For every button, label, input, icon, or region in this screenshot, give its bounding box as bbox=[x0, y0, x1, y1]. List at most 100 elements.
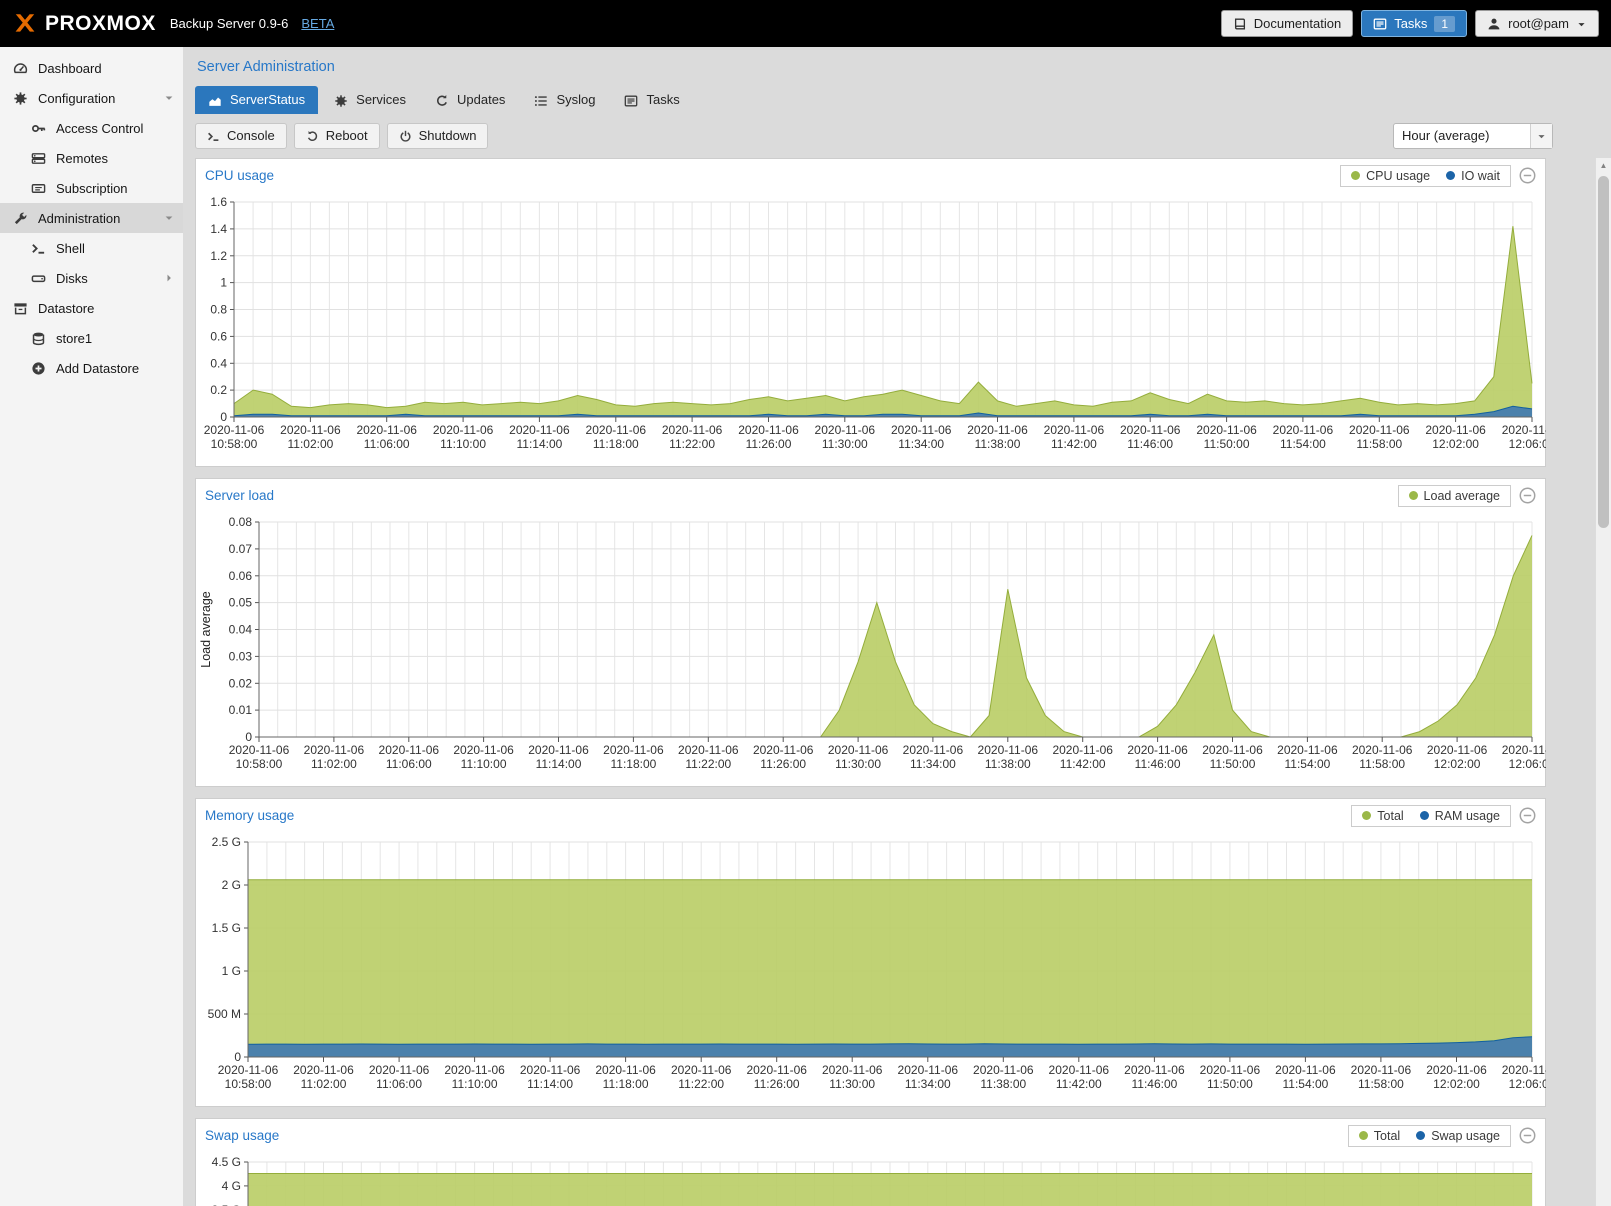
panel-header: Server loadLoad average bbox=[196, 479, 1545, 512]
tab-serverstatus[interactable]: ServerStatus bbox=[195, 86, 318, 114]
tab-syslog[interactable]: Syslog bbox=[521, 86, 608, 114]
sidebar-item-add-datastore[interactable]: Add Datastore bbox=[0, 353, 183, 383]
legend-dot-icon bbox=[1446, 171, 1455, 180]
panel-header: Memory usage TotalRAM usage bbox=[196, 799, 1545, 832]
tab-services[interactable]: Services bbox=[321, 86, 419, 114]
scrollbar-thumb[interactable] bbox=[1598, 176, 1609, 528]
svg-text:2020-11-0611:02:00: 2020-11-0611:02:00 bbox=[280, 423, 341, 451]
gears-icon bbox=[12, 91, 29, 106]
sidebar-item-shell[interactable]: Shell bbox=[0, 233, 183, 263]
svg-text:2020-11-0611:38:00: 2020-11-0611:38:00 bbox=[978, 743, 1039, 771]
terminal-icon bbox=[207, 128, 220, 143]
svg-text:2020-11-0611:46:00: 2020-11-0611:46:00 bbox=[1124, 1063, 1185, 1091]
svg-text:0.05: 0.05 bbox=[229, 595, 253, 609]
brand-name: PROXMOX bbox=[45, 12, 156, 36]
documentation-label: Documentation bbox=[1254, 16, 1341, 31]
server-icon bbox=[30, 151, 47, 166]
svg-text:500 M: 500 M bbox=[208, 1007, 241, 1021]
chart-legend: TotalRAM usage bbox=[1351, 805, 1511, 827]
sidebar-item-label: Disks bbox=[56, 271, 88, 286]
toolbar-reboot-button[interactable]: Reboot bbox=[294, 123, 380, 149]
svg-text:0.01: 0.01 bbox=[229, 703, 253, 717]
tab-updates[interactable]: Updates bbox=[422, 86, 518, 114]
collapse-panel-button[interactable] bbox=[1519, 487, 1536, 504]
sidebar-item-label: store1 bbox=[56, 331, 92, 346]
svg-text:2020-11-0610:58:00: 2020-11-0610:58:00 bbox=[204, 423, 265, 451]
sidebar-item-store1[interactable]: store1 bbox=[0, 323, 183, 353]
svg-text:2020-11-0611:26:00: 2020-11-0611:26:00 bbox=[753, 743, 814, 771]
chart-memory-usage: 0500 M1 G1.5 G2 G2.5 G2020-11-0610:58:00… bbox=[196, 832, 1545, 1106]
svg-text:2020-11-0612:02:00: 2020-11-0612:02:00 bbox=[1425, 423, 1486, 451]
legend-item: IO wait bbox=[1446, 169, 1500, 183]
vertical-scrollbar[interactable]: ▲ bbox=[1595, 158, 1611, 1206]
legend-label: Swap usage bbox=[1431, 1129, 1500, 1143]
sidebar-item-remotes[interactable]: Remotes bbox=[0, 143, 183, 173]
time-interval-select[interactable]: Hour (average) bbox=[1393, 123, 1553, 149]
svg-text:2020-11-0611:50:00: 2020-11-0611:50:00 bbox=[1196, 423, 1257, 451]
svg-text:0.4: 0.4 bbox=[210, 356, 227, 370]
chart-title: CPU usage bbox=[205, 168, 274, 183]
svg-text:1.5 G: 1.5 G bbox=[212, 921, 241, 935]
svg-text:2020-11-0611:58:00: 2020-11-0611:58:00 bbox=[1351, 1063, 1412, 1091]
database-icon bbox=[30, 331, 47, 346]
svg-text:0.2: 0.2 bbox=[210, 383, 227, 397]
svg-text:2 G: 2 G bbox=[222, 878, 241, 892]
archive-icon bbox=[12, 301, 29, 316]
collapse-panel-button[interactable] bbox=[1519, 167, 1536, 184]
tab-bar: ServerStatus Services Updates SyslogTasks bbox=[195, 86, 1611, 114]
svg-text:0: 0 bbox=[220, 410, 227, 424]
svg-text:2020-11-0611:42:00: 2020-11-0611:42:00 bbox=[1052, 743, 1113, 771]
tasks-button[interactable]: Tasks 1 bbox=[1361, 10, 1467, 37]
sidebar-item-subscription[interactable]: Subscription bbox=[0, 173, 183, 203]
legend-dot-icon bbox=[1351, 171, 1360, 180]
sidebar-item-datastore[interactable]: Datastore bbox=[0, 293, 183, 323]
sidebar-item-administration[interactable]: Administration bbox=[0, 203, 183, 233]
sidebar-item-access-control[interactable]: Access Control bbox=[0, 113, 183, 143]
user-menu-button[interactable]: root@pam bbox=[1475, 10, 1599, 37]
chart-server-load: 00.010.020.030.040.050.060.070.082020-11… bbox=[196, 512, 1545, 786]
gears-icon bbox=[334, 92, 348, 108]
svg-text:2020-11-0611:02:00: 2020-11-0611:02:00 bbox=[293, 1063, 354, 1091]
legend-item: CPU usage bbox=[1351, 169, 1430, 183]
scroll-up-arrow-icon[interactable]: ▲ bbox=[1596, 158, 1611, 174]
collapse-panel-button[interactable] bbox=[1519, 1127, 1536, 1144]
documentation-button[interactable]: Documentation bbox=[1221, 10, 1353, 37]
legend-dot-icon bbox=[1416, 1131, 1425, 1140]
chevron-down-icon[interactable] bbox=[163, 92, 175, 104]
collapse-panel-button[interactable] bbox=[1519, 807, 1536, 824]
chart-legend: TotalSwap usage bbox=[1348, 1125, 1511, 1147]
svg-text:2020-11-0611:18:00: 2020-11-0611:18:00 bbox=[603, 743, 664, 771]
toolbar-shutdown-button[interactable]: Shutdown bbox=[387, 123, 489, 149]
time-interval-value: Hour (average) bbox=[1394, 128, 1530, 143]
legend-label: Load average bbox=[1424, 489, 1500, 503]
chart-legend: Load average bbox=[1398, 485, 1511, 507]
svg-text:2020-11-0611:22:00: 2020-11-0611:22:00 bbox=[671, 1063, 732, 1091]
area-chart-icon bbox=[208, 92, 222, 108]
tab-tasks[interactable]: Tasks bbox=[611, 86, 692, 114]
svg-text:2020-11-0611:18:00: 2020-11-0611:18:00 bbox=[595, 1063, 656, 1091]
svg-text:2020-11-0612:06:00: 2020-11-0612:06:00 bbox=[1502, 1063, 1546, 1091]
tab-label: Services bbox=[356, 92, 406, 107]
svg-text:2020-11-0611:38:00: 2020-11-0611:38:00 bbox=[973, 1063, 1034, 1091]
svg-text:2.5 G: 2.5 G bbox=[212, 835, 241, 849]
svg-text:2020-11-0611:54:00: 2020-11-0611:54:00 bbox=[1275, 1063, 1336, 1091]
toolbar-console-button[interactable]: Console bbox=[195, 123, 287, 149]
chevron-down-icon[interactable] bbox=[163, 212, 175, 224]
chart-title: Memory usage bbox=[205, 808, 294, 823]
sidebar-item-dashboard[interactable]: Dashboard bbox=[0, 53, 183, 83]
tab-label: Updates bbox=[457, 92, 505, 107]
legend-item: Load average bbox=[1409, 489, 1500, 503]
svg-text:2020-11-0611:06:00: 2020-11-0611:06:00 bbox=[369, 1063, 430, 1091]
chevron-right-icon[interactable] bbox=[163, 272, 175, 284]
chevron-down-icon[interactable] bbox=[1530, 124, 1552, 148]
svg-text:2020-11-0611:46:00: 2020-11-0611:46:00 bbox=[1127, 743, 1188, 771]
sidebar-item-label: Add Datastore bbox=[56, 361, 139, 376]
beta-link[interactable]: BETA bbox=[301, 16, 334, 31]
svg-text:2020-11-0611:10:00: 2020-11-0611:10:00 bbox=[453, 743, 514, 771]
panel-swap-usage: Swap usageTotalSwap usage0500 M1 G1.5 G2… bbox=[195, 1118, 1546, 1206]
svg-text:2020-11-0611:34:00: 2020-11-0611:34:00 bbox=[891, 423, 952, 451]
svg-text:2020-11-0611:54:00: 2020-11-0611:54:00 bbox=[1277, 743, 1338, 771]
svg-text:2020-11-0611:14:00: 2020-11-0611:14:00 bbox=[528, 743, 589, 771]
sidebar-item-configuration[interactable]: Configuration bbox=[0, 83, 183, 113]
sidebar-item-disks[interactable]: Disks bbox=[0, 263, 183, 293]
